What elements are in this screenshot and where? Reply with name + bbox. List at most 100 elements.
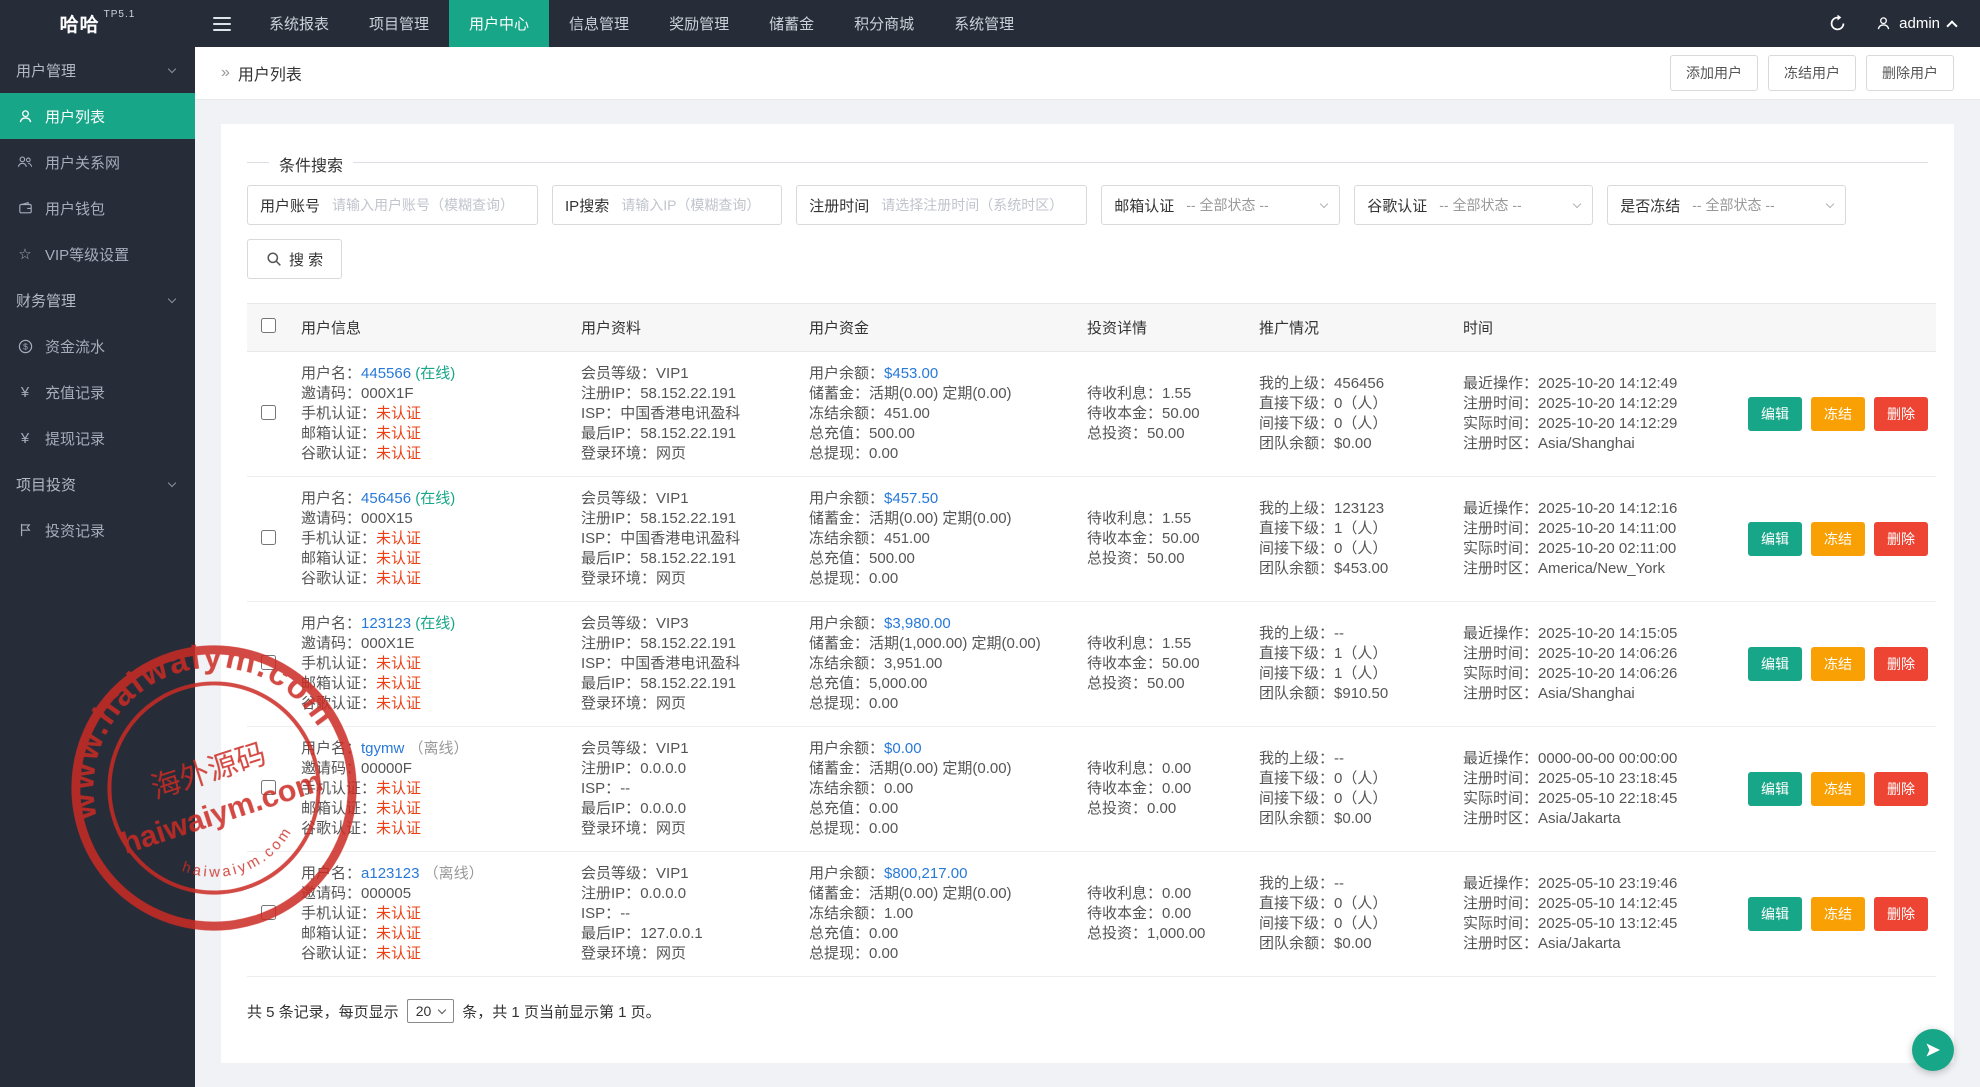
refresh-icon	[1829, 15, 1846, 32]
register-ip: 0.0.0.0	[640, 760, 686, 777]
cell-user-funds: 用户余额：$3,980.00 储蓄金：活期(1,000.00) 定期(0.00)…	[799, 602, 1077, 727]
sidebar-item-user-network[interactable]: 用户关系网	[0, 139, 195, 185]
username-link[interactable]: 123123	[361, 615, 411, 632]
table-row: 用户名：123123 (在线) 邀请码：000X1E 手机认证：未认证 邮箱认证…	[247, 602, 1936, 727]
freeze-status-select[interactable]: 是否冻结 -- 全部状态 --	[1607, 185, 1846, 225]
cell-invest-detail: 待收利息：0.00 待收本金：0.00 总投资：0.00	[1077, 727, 1249, 852]
cell-invest-detail: 待收利息：0.00 待收本金：0.00 总投资：1,000.00	[1077, 852, 1249, 977]
select-all-checkbox[interactable]	[261, 318, 276, 333]
savings-value: 活期(0.00) 定期(0.00)	[869, 760, 1012, 777]
delete-button[interactable]: 删除	[1874, 397, 1928, 431]
sidebar-item-invest-records[interactable]: 投资记录	[0, 507, 195, 553]
nav-item-info[interactable]: 信息管理	[549, 0, 649, 47]
field-label: 邮箱认证：	[301, 425, 376, 442]
field-label: 总投资：	[1087, 550, 1147, 567]
search-button[interactable]: 搜 索	[247, 239, 342, 279]
page-size-select[interactable]: 20	[407, 999, 455, 1023]
add-user-button[interactable]: 添加用户	[1670, 55, 1758, 91]
field-label: 储蓄金：	[809, 510, 869, 527]
freeze-button[interactable]: 冻结	[1811, 397, 1865, 431]
edit-button[interactable]: 编辑	[1748, 397, 1802, 431]
field-label: 待收利息：	[1087, 385, 1162, 402]
sidebar-group-user-management[interactable]: 用户管理	[0, 47, 195, 93]
edit-button[interactable]: 编辑	[1748, 647, 1802, 681]
freeze-button[interactable]: 冻结	[1811, 522, 1865, 556]
username-link[interactable]: 445566	[361, 365, 411, 382]
row-checkbox[interactable]	[261, 530, 276, 545]
delete-button[interactable]: 删除	[1874, 772, 1928, 806]
sidebar-toggle-button[interactable]	[195, 0, 249, 47]
cell-user-info: 用户名：123123 (在线) 邀请码：000X1E 手机认证：未认证 邮箱认证…	[291, 602, 571, 727]
delete-button[interactable]: 删除	[1874, 897, 1928, 931]
edit-button[interactable]: 编辑	[1748, 897, 1802, 931]
row-checkbox[interactable]	[261, 655, 276, 670]
nav-item-savings[interactable]: 储蓄金	[749, 0, 834, 47]
app-version-badge: TP5.1	[104, 9, 136, 20]
row-checkbox[interactable]	[261, 405, 276, 420]
sidebar-item-recharge-records[interactable]: ¥ 充值记录	[0, 369, 195, 415]
field-label: 我的上级：	[1259, 500, 1334, 517]
invite-code: 000X1E	[361, 635, 414, 652]
pending-principal: 50.00	[1162, 655, 1200, 672]
field-label: 注册IP：	[581, 385, 640, 402]
username-link[interactable]: 456456	[361, 490, 411, 507]
regtime-input[interactable]	[881, 187, 1086, 223]
float-action-button[interactable]	[1912, 1029, 1954, 1071]
username-link[interactable]: a123123	[361, 865, 419, 882]
sidebar-item-fund-flow[interactable]: $ 资金流水	[0, 323, 195, 369]
sidebar-item-label: 提现记录	[45, 428, 105, 449]
upline-user: 456456	[1334, 375, 1384, 392]
table-row: 用户名：445566 (在线) 邀请码：000X1F 手机认证：未认证 邮箱认证…	[247, 352, 1936, 477]
sidebar-item-user-wallet[interactable]: 用户钱包	[0, 185, 195, 231]
field-label: 总提现：	[809, 445, 869, 462]
freeze-user-button[interactable]: 冻结用户	[1768, 55, 1856, 91]
nav-item-system[interactable]: 系统管理	[934, 0, 1034, 47]
field-label: 用户名：	[301, 615, 361, 632]
email-verify-select[interactable]: 邮箱认证 -- 全部状态 --	[1101, 185, 1340, 225]
edit-button[interactable]: 编辑	[1748, 772, 1802, 806]
freeze-button[interactable]: 冻结	[1811, 772, 1865, 806]
edit-button[interactable]: 编辑	[1748, 522, 1802, 556]
field-label: 会员等级：	[581, 490, 656, 507]
delete-button[interactable]: 删除	[1874, 522, 1928, 556]
field-label: 最近操作：	[1463, 375, 1538, 392]
field-label: 谷歌认证：	[301, 820, 376, 837]
last-operation-time: 0000-00-00 00:00:00	[1538, 750, 1677, 767]
admin-menu[interactable]: admin	[1876, 15, 1956, 32]
phone-cert-status: 未认证	[376, 655, 421, 672]
coin-icon: $	[16, 339, 34, 354]
row-checkbox[interactable]	[261, 780, 276, 795]
account-input[interactable]	[332, 187, 537, 223]
total-withdraw: 0.00	[869, 695, 898, 712]
delete-button[interactable]: 删除	[1874, 647, 1928, 681]
delete-user-button[interactable]: 删除用户	[1866, 55, 1954, 91]
username-link[interactable]: tgymw	[361, 740, 404, 757]
sidebar-group-finance[interactable]: 财务管理	[0, 277, 195, 323]
row-checkbox[interactable]	[261, 905, 276, 920]
sidebar-item-withdraw-records[interactable]: ¥ 提现记录	[0, 415, 195, 461]
nav-item-points-mall[interactable]: 积分商城	[834, 0, 934, 47]
nav-item-project[interactable]: 项目管理	[349, 0, 449, 47]
ip-input[interactable]	[621, 187, 781, 223]
field-label: 登录环境：	[581, 945, 656, 962]
nav-item-report[interactable]: 系统报表	[249, 0, 349, 47]
table-row: 用户名：a123123 （离线） 邀请码：000005 手机认证：未认证 邮箱认…	[247, 852, 1936, 977]
refresh-button[interactable]	[1829, 15, 1846, 32]
frozen-balance: 451.00	[884, 405, 930, 422]
nav-item-user-center[interactable]: 用户中心	[449, 0, 549, 47]
sidebar-item-vip-settings[interactable]: ☆ VIP等级设置	[0, 231, 195, 277]
sidebar-item-user-list[interactable]: 用户列表	[0, 93, 195, 139]
freeze-button[interactable]: 冻结	[1811, 897, 1865, 931]
chevron-up-icon	[1946, 20, 1957, 31]
col-time: 时间	[1453, 304, 1738, 352]
isp-value: 中国香港电讯盈科	[620, 655, 740, 672]
register-timezone: Asia/Shanghai	[1538, 435, 1635, 452]
google-verify-select[interactable]: 谷歌认证 -- 全部状态 --	[1354, 185, 1593, 225]
nav-item-reward[interactable]: 奖励管理	[649, 0, 749, 47]
total-withdraw: 0.00	[869, 570, 898, 587]
pending-interest: 1.55	[1162, 385, 1191, 402]
sidebar-group-project-invest[interactable]: 项目投资	[0, 461, 195, 507]
freeze-button[interactable]: 冻结	[1811, 647, 1865, 681]
chevron-down-icon	[438, 1005, 446, 1013]
google-cert-status: 未认证	[376, 820, 421, 837]
